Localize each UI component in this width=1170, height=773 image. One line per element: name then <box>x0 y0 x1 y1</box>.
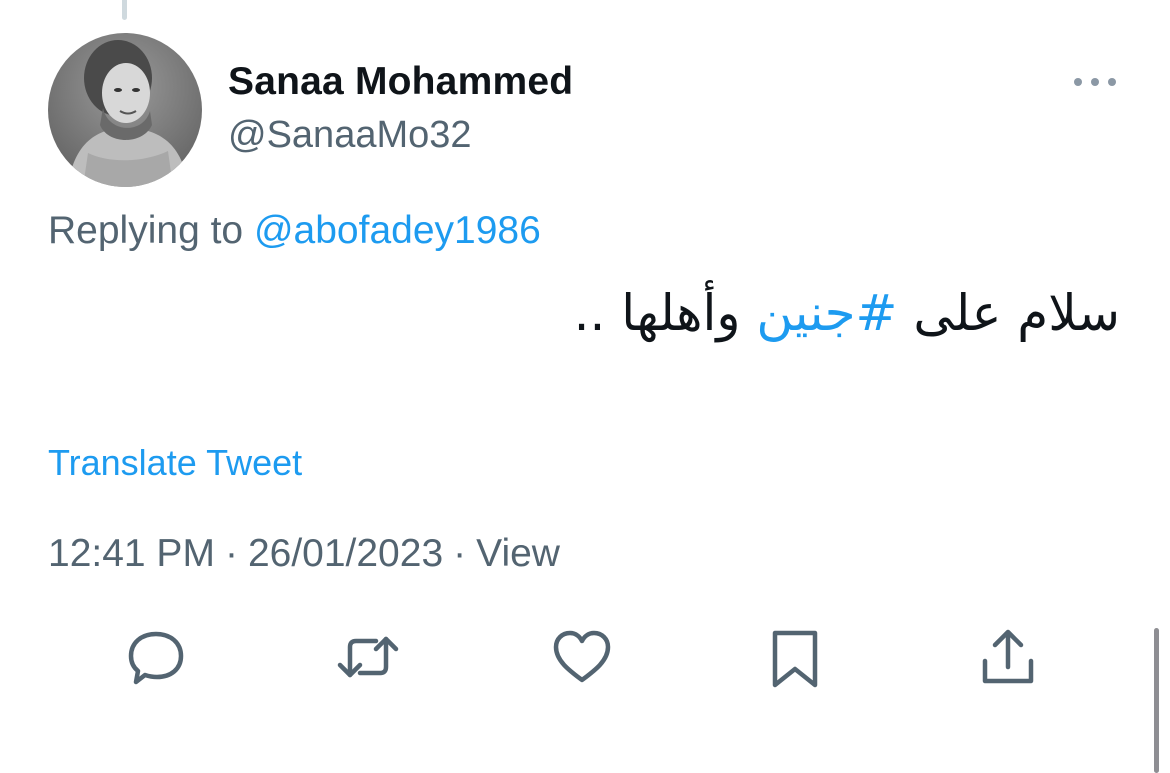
reply-icon[interactable] <box>124 625 188 689</box>
author-handle[interactable]: @SanaaMo32 <box>228 114 472 157</box>
tweet-date[interactable]: 26/01/2023 <box>248 532 443 575</box>
scrollbar[interactable] <box>1154 628 1159 773</box>
tweet-text-end: وأهلها .. <box>573 284 757 342</box>
tweet-time[interactable]: 12:41 PM <box>48 532 215 575</box>
tweet-meta: 12:41 PM · 26/01/2023 · View <box>48 532 560 576</box>
bookmark-icon[interactable] <box>763 625 827 689</box>
more-horizontal-icon[interactable] <box>1070 70 1120 94</box>
meta-separator: · <box>453 532 467 575</box>
tweet-text-start: سلام على <box>897 284 1120 342</box>
share-icon[interactable] <box>976 625 1040 689</box>
author-display-name[interactable]: Sanaa Mohammed <box>228 60 573 104</box>
retweet-icon[interactable] <box>336 625 400 689</box>
replying-to-label: Replying to <box>48 209 254 252</box>
view-link[interactable]: View <box>476 532 560 575</box>
meta-separator: · <box>224 532 238 575</box>
reply-mention-link[interactable]: @abofadey1986 <box>254 209 541 252</box>
heart-icon[interactable] <box>550 625 614 689</box>
hashtag-link[interactable]: #جنين <box>756 284 897 342</box>
thread-connector-line <box>122 0 127 20</box>
replying-to-line: Replying to @abofadey1986 <box>48 209 541 253</box>
avatar[interactable] <box>48 33 202 187</box>
tweet-action-bar <box>0 625 1170 695</box>
translate-tweet-link[interactable]: Translate Tweet <box>48 442 302 484</box>
tweet-text: سلام على #جنين وأهلها .. <box>574 284 1120 342</box>
